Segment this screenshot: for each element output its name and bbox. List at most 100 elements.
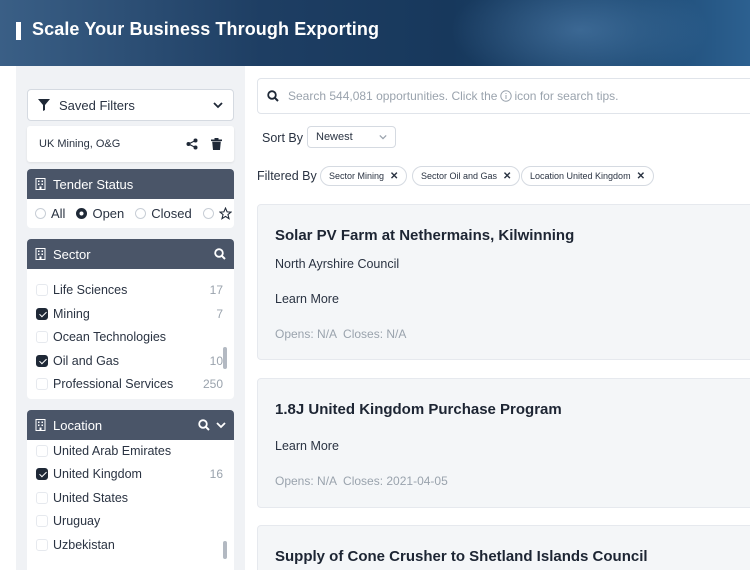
status-option-closed[interactable]: Closed [135, 205, 192, 221]
item-label: Professional Services [53, 377, 174, 391]
item-label: Oil and Gas [53, 354, 120, 368]
close-icon[interactable]: ✕ [503, 171, 511, 182]
opens-date: Opens: N/A [275, 474, 338, 488]
chip-label: Sector Mining [329, 171, 385, 181]
funnel-icon [38, 99, 50, 111]
item-label: Ocean Technologies [53, 330, 167, 344]
learn-more-link[interactable]: Learn More [275, 292, 339, 306]
close-icon[interactable]: ✕ [390, 171, 398, 182]
item-count: 10 [209, 354, 223, 368]
search-icon[interactable] [198, 419, 210, 431]
item-label: United States [53, 491, 129, 505]
status-open-label: Open [92, 205, 125, 221]
checkbox[interactable] [36, 284, 48, 296]
sector-title: Sector [53, 246, 91, 262]
radio-open[interactable] [76, 207, 88, 219]
result-card[interactable]: Supply of Cone Crusher to Shetland Islan… [257, 525, 750, 570]
checkbox[interactable] [36, 492, 48, 504]
saved-filter-name: UK Mining, O&G [39, 138, 121, 150]
building-icon [35, 178, 46, 190]
sector-item-oil-and-gas[interactable]: Oil and Gas 10 [27, 350, 234, 372]
radio-starred[interactable] [202, 207, 214, 219]
sector-list: Life Sciences 17 Mining 7 Ocean Technologi… [27, 269, 234, 399]
tender-status-title: Tender Status [53, 176, 134, 192]
filtered-by-label: Filtered By [257, 169, 317, 183]
checkbox[interactable] [36, 355, 48, 367]
star-icon [218, 206, 232, 220]
banner-glow [450, 0, 710, 66]
item-count: 250 [202, 377, 223, 391]
chevron-down-icon [213, 102, 223, 109]
result-card[interactable]: Solar PV Farm at Nethermains, Kilwinning… [257, 204, 750, 360]
sector-item-mining[interactable]: Mining 7 [27, 303, 234, 325]
sector-header[interactable]: Sector [27, 239, 234, 269]
status-option-all[interactable]: All [35, 206, 65, 221]
filter-chip-sector-mining[interactable]: Sector Mining ✕ [320, 166, 408, 186]
closes-date: Closes: N/A [343, 327, 407, 341]
location-title: Location [53, 417, 103, 433]
checkbox[interactable] [36, 539, 48, 551]
checkbox[interactable] [36, 468, 48, 480]
chevron-down-icon[interactable] [216, 420, 226, 430]
location-list: United Arab Emirates United Kingdom 16 Un… [27, 440, 234, 570]
search-placeholder-start: Search 544,081 opportunities. Click the [288, 89, 498, 103]
location-item-uzbekistan[interactable]: Uzbekistan [27, 534, 234, 556]
checkbox[interactable] [36, 308, 48, 320]
sector-item-ocean-technologies[interactable]: Ocean Technologies [27, 326, 234, 348]
location-scrollbar[interactable] [223, 541, 227, 559]
status-option-starred[interactable] [202, 206, 232, 220]
saved-filter-item[interactable]: UK Mining, O&G [27, 126, 234, 162]
radio-closed[interactable] [135, 207, 147, 219]
result-dates: Opens: N/A Closes: N/A [275, 327, 406, 341]
sector-scrollbar[interactable] [223, 347, 227, 369]
share-icon[interactable] [186, 138, 198, 150]
location-item-uae[interactable]: United Arab Emirates [27, 440, 234, 462]
item-label: Life Sciences [53, 283, 128, 297]
chip-label: Location United Kingdom [530, 171, 631, 181]
item-label: Uruguay [53, 514, 101, 528]
trash-icon[interactable] [211, 138, 222, 150]
page-title: Scale Your Business Through Exporting [32, 19, 380, 39]
sort-select[interactable]: Newest [307, 126, 396, 148]
close-icon[interactable]: ✕ [637, 171, 645, 182]
item-label: Uzbekistan [53, 538, 115, 552]
info-icon[interactable] [500, 90, 513, 102]
banner-accent-bar [16, 22, 21, 40]
result-title[interactable]: Supply of Cone Crusher to Shetland Islan… [275, 548, 648, 565]
location-header[interactable]: Location [27, 410, 234, 440]
checkbox[interactable] [36, 378, 48, 390]
filter-chip-sector-oil-gas[interactable]: Sector Oil and Gas ✕ [412, 166, 521, 186]
chevron-down-icon [379, 134, 387, 140]
tender-status-header[interactable]: Tender Status [27, 169, 234, 199]
search-placeholder-end: icon for search tips. [514, 89, 619, 103]
result-card[interactable]: 1.8J United Kingdom Purchase Program Lea… [257, 378, 750, 508]
radio-all[interactable] [35, 207, 46, 219]
location-item-uruguay[interactable]: Uruguay [27, 510, 234, 532]
sector-item-life-sciences[interactable]: Life Sciences 17 [27, 279, 234, 301]
search-icon[interactable] [214, 248, 226, 260]
saved-filters-dropdown[interactable]: Saved Filters [27, 89, 234, 121]
sector-item-professional-services[interactable]: Professional Services 250 [27, 373, 234, 395]
opens-date: Opens: N/A [275, 327, 338, 341]
search-input[interactable]: Search 544,081 opportunities. Click the … [257, 78, 750, 114]
item-label: United Arab Emirates [53, 444, 172, 458]
checkbox[interactable] [36, 445, 48, 457]
location-item-united-kingdom[interactable]: United Kingdom 16 [27, 463, 234, 485]
item-count: 17 [209, 283, 223, 297]
status-closed-label: Closed [151, 205, 192, 221]
checkbox[interactable] [36, 331, 48, 343]
learn-more-link[interactable]: Learn More [275, 439, 339, 453]
item-label: Mining [53, 307, 90, 321]
building-icon [35, 248, 46, 260]
status-option-open[interactable]: Open [76, 206, 124, 221]
tender-status-body: All Open Closed [27, 199, 234, 228]
building-icon [35, 419, 46, 431]
filter-chip-location-uk[interactable]: Location United Kingdom ✕ [521, 166, 654, 186]
item-count: 16 [209, 467, 223, 481]
closes-date: Closes: 2021-04-05 [343, 474, 448, 488]
result-title[interactable]: Solar PV Farm at Nethermains, Kilwinning [275, 227, 574, 244]
checkbox[interactable] [36, 515, 48, 527]
location-item-united-states[interactable]: United States [27, 487, 234, 509]
result-title[interactable]: 1.8J United Kingdom Purchase Program [275, 401, 562, 418]
tender-status-options: All Open Closed [27, 199, 234, 227]
